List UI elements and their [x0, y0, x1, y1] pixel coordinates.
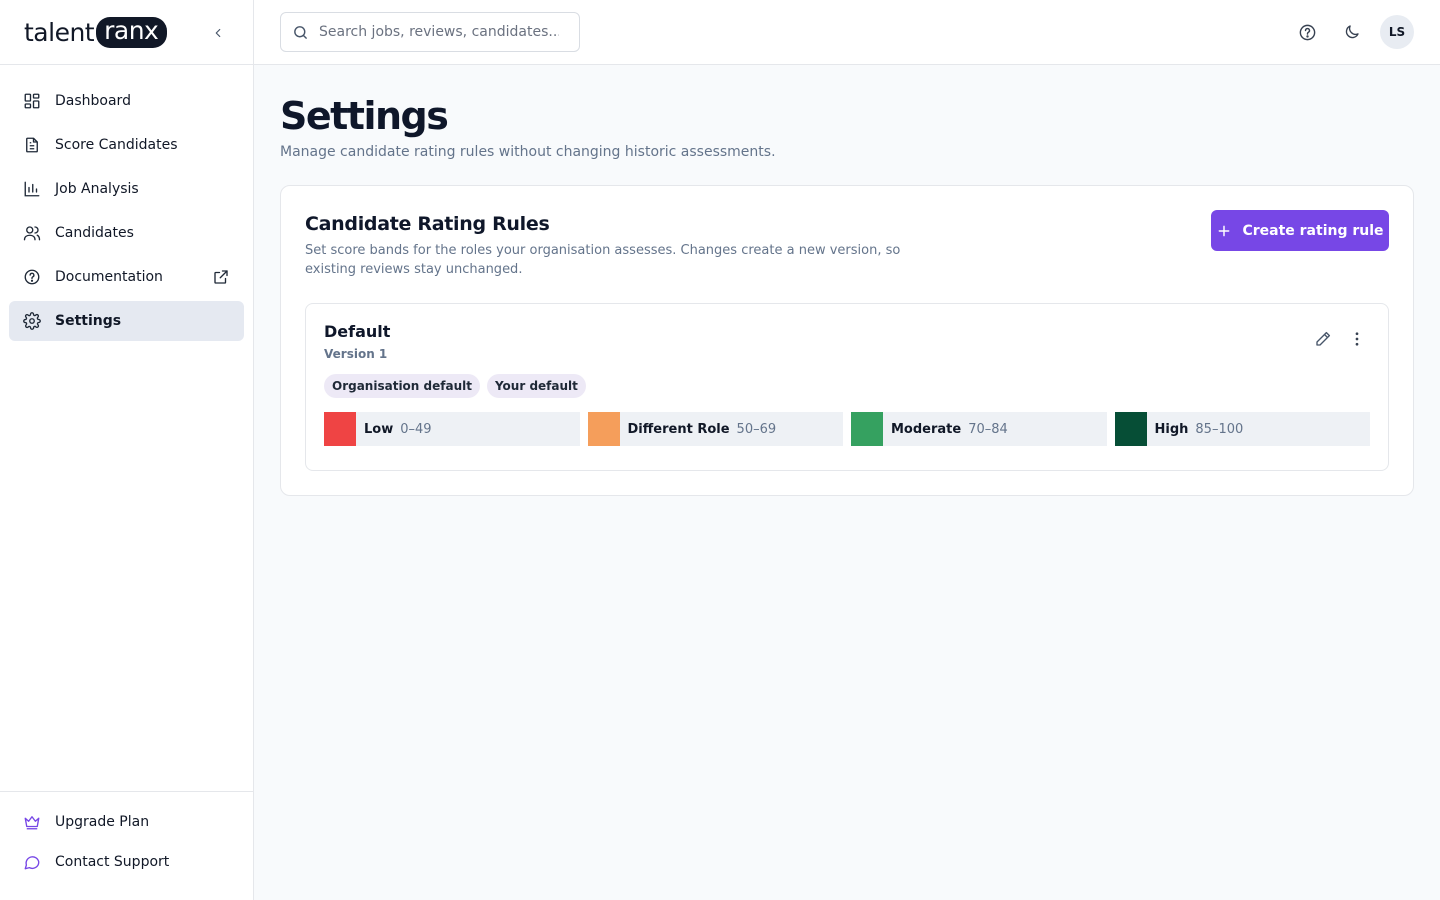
- band-range: 50–69: [736, 421, 777, 437]
- users-icon: [23, 224, 41, 242]
- rule-badges: Organisation default Your default: [324, 374, 1370, 398]
- header-actions: LS: [1279, 15, 1414, 49]
- upgrade-plan-label: Upgrade Plan: [55, 814, 150, 830]
- document-icon: [23, 136, 41, 154]
- sidebar-nav: Dashboard Score Candidates Job Analysis …: [0, 65, 253, 341]
- rule-name: Default: [324, 322, 391, 341]
- sidebar-footer: Upgrade Plan Contact Support: [0, 791, 253, 900]
- sidebar-item-label: Documentation: [55, 269, 163, 285]
- external-link-icon: [212, 268, 230, 286]
- band-color-swatch: [1114, 412, 1147, 446]
- pencil-icon: [1316, 331, 1331, 346]
- create-rating-rule-button[interactable]: Create rating rule: [1211, 210, 1389, 251]
- main-content: Settings Manage candidate rating rules w…: [280, 65, 1414, 496]
- bar-chart-icon: [23, 180, 41, 198]
- sidebar: talent ranx Dashboard Score Candidates J…: [0, 0, 254, 900]
- sidebar-item-label: Dashboard: [55, 93, 131, 109]
- brand-header: talent ranx: [0, 0, 253, 65]
- page-subtitle: Manage candidate rating rules without ch…: [280, 144, 776, 160]
- band-color-swatch: [587, 412, 620, 446]
- help-button[interactable]: [1290, 15, 1324, 49]
- create-rating-rule-label: Create rating rule: [1242, 222, 1384, 239]
- theme-toggle-button[interactable]: [1335, 15, 1369, 49]
- status-badge: Organisation default: [324, 374, 480, 398]
- search-input[interactable]: [319, 24, 559, 40]
- sidebar-item-job-analysis[interactable]: Job Analysis: [9, 169, 244, 209]
- avatar[interactable]: LS: [1380, 15, 1414, 49]
- sidebar-item-documentation[interactable]: Documentation: [9, 257, 244, 297]
- help-circle-icon: [23, 268, 41, 286]
- logo[interactable]: talent ranx: [24, 16, 168, 48]
- score-band-low: Low 0–49: [324, 412, 580, 446]
- rating-rules-card: Candidate Rating Rules Set score bands f…: [280, 185, 1414, 496]
- top-bar: LS: [254, 0, 1440, 65]
- band-range: 0–49: [400, 421, 432, 437]
- sidebar-item-dashboard[interactable]: Dashboard: [9, 81, 244, 121]
- rating-rule-item: Default Version 1 Organisation default Y…: [305, 303, 1389, 471]
- score-band-different-role: Different Role 50–69: [587, 412, 843, 446]
- logo-text-talent: talent: [24, 17, 95, 47]
- crown-icon: [23, 813, 41, 831]
- score-band-high: High 85–100: [1114, 412, 1370, 446]
- more-vertical-icon: [1355, 332, 1359, 346]
- band-label: Moderate: [891, 421, 962, 437]
- page-title: Settings: [280, 94, 449, 138]
- contact-support-link[interactable]: Contact Support: [9, 842, 244, 882]
- band-range: 85–100: [1195, 421, 1244, 437]
- plus-icon: [1216, 223, 1232, 239]
- logo-text-ranx: ranx: [96, 16, 168, 48]
- band-color-swatch: [851, 412, 883, 446]
- card-description: Set score bands for the roles your organ…: [305, 243, 901, 277]
- band-label: Low: [364, 421, 394, 437]
- sidebar-item-label: Candidates: [55, 225, 134, 241]
- dashboard-icon: [23, 92, 41, 110]
- gear-icon: [23, 312, 41, 330]
- sidebar-item-label: Settings: [55, 313, 122, 329]
- sidebar-item-settings[interactable]: Settings: [9, 301, 244, 341]
- sidebar-item-label: Score Candidates: [55, 137, 178, 153]
- collapse-sidebar-button[interactable]: [207, 22, 229, 44]
- rule-version: Version 1: [324, 347, 388, 361]
- chevron-left-icon: [215, 28, 221, 38]
- band-color-swatch: [324, 412, 356, 446]
- band-label: Different Role: [627, 421, 730, 437]
- sidebar-item-candidates[interactable]: Candidates: [9, 213, 244, 253]
- score-bands: Low 0–49 Different Role 50–69 Moderate 7…: [324, 412, 1370, 446]
- edit-rule-button[interactable]: [1310, 326, 1336, 352]
- band-label: High: [1154, 421, 1189, 437]
- score-band-moderate: Moderate 70–84: [851, 412, 1107, 446]
- help-circle-icon: [1299, 24, 1315, 40]
- band-range: 70–84: [968, 421, 1008, 437]
- search-icon: [292, 24, 309, 41]
- rule-menu-button[interactable]: [1344, 326, 1370, 352]
- sidebar-item-label: Job Analysis: [55, 181, 139, 197]
- rule-actions: [1302, 326, 1370, 352]
- status-badge: Your default: [486, 374, 586, 398]
- search-box[interactable]: [280, 12, 580, 52]
- contact-support-label: Contact Support: [55, 854, 170, 870]
- moon-icon: [1345, 25, 1359, 39]
- chat-icon: [23, 853, 41, 871]
- upgrade-plan-link[interactable]: Upgrade Plan: [9, 802, 244, 842]
- sidebar-item-score-candidates[interactable]: Score Candidates: [9, 125, 244, 165]
